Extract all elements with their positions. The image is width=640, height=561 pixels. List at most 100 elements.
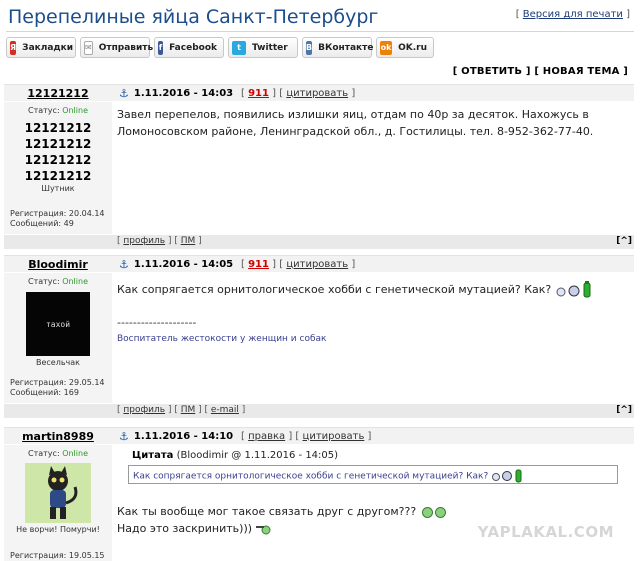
post-footer-links: [ профиль ] [ ПМ ] [117, 236, 202, 246]
share-facebook-button[interactable]: f Facebook [154, 37, 224, 58]
post-footer: [ профиль ] [ ПМ ] [^] [4, 235, 634, 249]
user-status: Статус: Online [4, 277, 112, 286]
post-links: [ 911 ] [ цитировать ] [241, 258, 356, 270]
new-topic-button[interactable]: НОВАЯ ТЕМА [543, 66, 620, 77]
avatar: тахой [26, 292, 90, 356]
nick-line: 12121212 [24, 153, 92, 167]
post-date-text: 1.11.2016 - 14:10 [133, 430, 234, 442]
avatar [25, 463, 91, 523]
post-date-text: 1.11.2016 - 14:05 [133, 258, 234, 270]
post-number-link[interactable]: 911 [248, 259, 269, 270]
post-text: Как сопрягается орнитологическое хобби с… [117, 283, 552, 296]
user-status: Статус: Online [4, 106, 112, 115]
share-label: OK.ru [398, 42, 427, 53]
user-rank: Не ворчи! Помурчи! [16, 525, 100, 534]
yandex-bookmarks-icon: Я [10, 40, 17, 55]
anchor-icon[interactable]: ⚓ [119, 258, 129, 271]
post-date: ⚓ 1.11.2016 - 14:05 [119, 258, 233, 271]
share-ok-button[interactable]: ok OK.ru [376, 37, 434, 58]
quote-link[interactable]: цитировать [286, 88, 348, 99]
post-date-text: 1.11.2016 - 14:03 [133, 87, 234, 99]
profile-link[interactable]: профиль [123, 236, 165, 246]
share-label: Facebook [169, 42, 217, 53]
quote-meta: (Bloodimir @ 1.11.2016 - 14:05) [176, 450, 339, 461]
post-footer: [ профиль ] [ ПМ ] [ e-mail ] [^] [4, 404, 634, 418]
msg-count: Сообщений: 49 [10, 219, 74, 228]
share-label: Отправить [98, 42, 154, 53]
post-text: Завел перепелов, появились излишки яиц, … [117, 108, 594, 138]
user-sidebar: Статус: Online тахой Весельчак Регистрац… [4, 273, 112, 403]
signature-divider: -------------------- [117, 316, 197, 329]
quote-box: Как сопрягается орнитологическое хобби с… [128, 465, 618, 484]
reply-button[interactable]: ОТВЕТИТЬ [461, 66, 522, 77]
share-bookmarks-button[interactable]: Я Закладки [6, 37, 76, 58]
reg-date: Регистрация: 19.05.15 [10, 551, 105, 560]
quote-link[interactable]: цитировать [303, 431, 365, 442]
user-nick-block: 12121212 12121212 12121212 12121212 [4, 120, 112, 184]
profile-link[interactable]: профиль [123, 405, 165, 415]
cat-avatar-icon [25, 463, 91, 523]
quote-link[interactable]: цитировать [286, 259, 348, 270]
post-header: 12121212 ⚓ 1.11.2016 - 14:03 [ 911 ] [ ц… [4, 84, 634, 101]
mail-icon: ✉ [84, 40, 93, 55]
scroll-top-button[interactable]: [^] [616, 236, 632, 246]
gun-smiley-icon [255, 525, 271, 535]
post-text-line: Как сопрягается орнитологическое хобби с… [117, 281, 632, 299]
post-author[interactable]: martin8989 [4, 430, 112, 443]
msg-count: Сообщений: 169 [10, 388, 79, 397]
post-date: ⚓ 1.11.2016 - 14:03 [119, 87, 233, 100]
pm-link[interactable]: ПМ [181, 405, 196, 415]
user-signature: Воспитатель жестокости у женщин и собак [117, 334, 327, 344]
share-twitter-button[interactable]: t Twitter [228, 37, 298, 58]
beer-smiley-icon [492, 469, 522, 483]
site-watermark: YAPLAKAL.COM [477, 523, 614, 541]
ok-icon: ok [380, 40, 393, 55]
print-version[interactable]: [ Версия для печати ] [516, 9, 630, 20]
post-author[interactable]: Bloodimir [4, 258, 112, 271]
post-content: Как сопрягается орнитологическое хобби с… [117, 281, 632, 348]
user-reg-info: Регистрация: 19.05.15 [10, 551, 105, 561]
status-value: Online [62, 449, 88, 458]
vk-icon: B [306, 40, 313, 55]
status-label: Статус: [28, 106, 60, 115]
quote-text: Как сопрягается орнитологическое хобби с… [133, 471, 489, 482]
nick-line: 12121212 [24, 169, 92, 183]
quote-label: Цитата [132, 450, 174, 461]
user-sidebar: Статус: Online 12121212 12121212 1212121… [4, 102, 112, 234]
reg-date: Регистрация: 29.05.14 [10, 378, 105, 387]
share-send-button[interactable]: ✉ Отправить [80, 37, 153, 58]
nick-line: 12121212 [24, 121, 92, 135]
user-rank: Шутник [41, 184, 75, 193]
nick-line: 12121212 [24, 137, 92, 151]
post-date: ⚓ 1.11.2016 - 14:10 [119, 430, 233, 443]
topic-actions: [ ОТВЕТИТЬ ] [ НОВАЯ ТЕМА ] [452, 66, 628, 77]
twitter-icon: t [232, 40, 246, 55]
title-divider [6, 31, 634, 32]
user-reg-info: Регистрация: 20.04.14 Сообщений: 49 [10, 209, 105, 229]
user-rank: Весельчак [35, 358, 81, 367]
email-link[interactable]: e-mail [211, 405, 239, 415]
print-version-link[interactable]: Версия для печати [523, 9, 623, 20]
reg-date: Регистрация: 20.04.14 [10, 209, 105, 218]
anchor-icon[interactable]: ⚓ [119, 87, 129, 100]
user-sidebar: Статус: Online Не ворчи! Помурчи! Регист… [4, 445, 112, 561]
status-value: Online [62, 277, 88, 286]
share-label: Twitter [252, 42, 288, 53]
scroll-top-button[interactable]: [^] [616, 405, 632, 415]
post-number-link[interactable]: 911 [248, 88, 269, 99]
post-text-line: Как ты вообще мог такое связать друг с д… [117, 503, 632, 520]
anchor-icon[interactable]: ⚓ [119, 430, 129, 443]
post-author[interactable]: 12121212 [4, 87, 112, 100]
quote-header: Цитата (Bloodimir @ 1.11.2016 - 14:05) [132, 450, 338, 461]
user-reg-info: Регистрация: 29.05.14 Сообщений: 169 [10, 378, 105, 398]
post-footer-links: [ профиль ] [ ПМ ] [ e-mail ] [117, 405, 246, 415]
status-value: Online [62, 106, 88, 115]
post-links: [ правка ] [ цитировать ] [241, 430, 372, 442]
share-vk-button[interactable]: B ВКонтакте [302, 37, 373, 58]
pm-link[interactable]: ПМ [181, 236, 196, 246]
share-label: Закладки [22, 42, 74, 53]
edit-link[interactable]: правка [248, 431, 285, 442]
post-header: martin8989 ⚓ 1.11.2016 - 14:10 [ правка … [4, 427, 634, 444]
post-links: [ 911 ] [ цитировать ] [241, 87, 356, 99]
post-text: Надо это заскринить))) [117, 522, 253, 535]
